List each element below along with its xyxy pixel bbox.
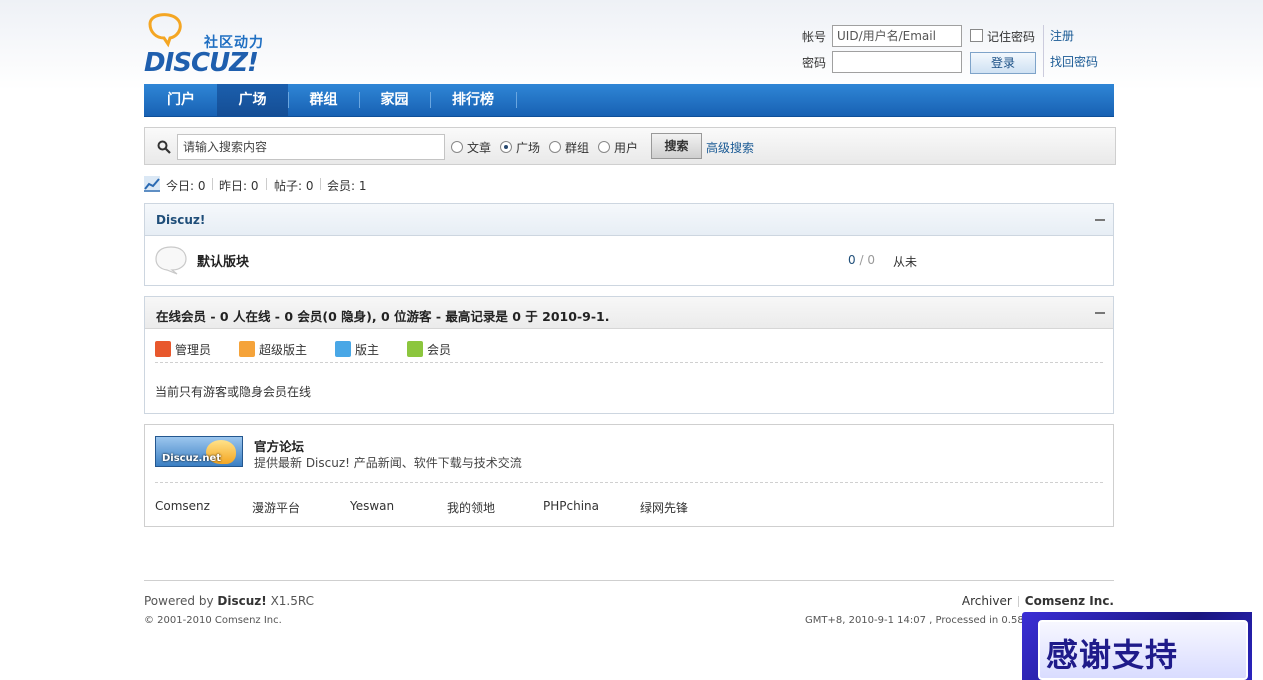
radio-user-label: 用户 xyxy=(614,141,639,155)
stat-posts: 帖子: 0 xyxy=(274,179,314,193)
site-logo[interactable]: 社区动力 DISCUZ! xyxy=(144,10,276,78)
text-link[interactable]: 绿网先锋 xyxy=(640,499,688,516)
radio-user[interactable] xyxy=(598,141,610,153)
featured-link: Discuz.net 官方论坛 提供最新 Discuz! 产品新闻、软件下载与技… xyxy=(155,425,1103,483)
legend-admin: 管理员 xyxy=(175,343,212,357)
powered-prefix: Powered by xyxy=(144,594,214,608)
online-box: 在线会员 - 0 人在线 - 0 会员(0 隐身), 0 位游客 - 最高记录是… xyxy=(144,296,1114,414)
text-link[interactable]: 我的领地 xyxy=(447,499,495,516)
username-input[interactable] xyxy=(832,25,962,47)
legend-moderator: 版主 xyxy=(355,343,380,357)
moderator-icon xyxy=(335,341,351,357)
search-icon xyxy=(157,140,171,154)
stat-divider xyxy=(320,178,321,190)
nav-item-home[interactable]: 家园 xyxy=(359,84,430,116)
banner-text: Discuz.net xyxy=(162,453,222,464)
login-divider xyxy=(1043,25,1044,77)
archiver-link[interactable]: Archiver xyxy=(962,594,1012,608)
footer-divider xyxy=(144,580,1114,581)
category-box: Discuz! 默认版块 0 / 0 从未 xyxy=(144,203,1114,286)
stat-divider xyxy=(266,178,267,190)
username-label: 帐号 xyxy=(802,30,827,44)
online-message: 当前只有游客或隐身会员在线 xyxy=(155,385,312,399)
copyright: © 2001-2010 Comsenz Inc. xyxy=(144,615,282,626)
password-label: 密码 xyxy=(802,56,827,70)
nav-divider xyxy=(516,92,517,108)
radio-group-label: 群组 xyxy=(565,141,590,155)
radio-plaza-label: 广场 xyxy=(516,141,541,155)
powered-version: X1.5RC xyxy=(270,594,314,608)
legend-super-moderator: 超级版主 xyxy=(259,343,308,357)
stat-members: 会员: 1 xyxy=(327,179,367,193)
radio-article-label: 文章 xyxy=(467,141,492,155)
chart-icon xyxy=(144,176,160,192)
forum-bubble-icon xyxy=(155,246,187,275)
online-header: 在线会员 - 0 人在线 - 0 会员(0 隐身), 0 位游客 - 最高记录是… xyxy=(145,297,1113,329)
thanks-text: 感谢支持 xyxy=(1046,636,1179,674)
forgot-password-link[interactable]: 找回密码 xyxy=(1050,53,1098,70)
legend-member: 会员 xyxy=(427,343,452,357)
admin-icon xyxy=(155,341,171,357)
password-input[interactable] xyxy=(832,51,962,73)
radio-article[interactable] xyxy=(451,141,463,153)
thanks-overlay: 感谢支持 xyxy=(1022,612,1252,680)
stat-today: 今日: 0 xyxy=(166,179,206,193)
category-header: Discuz! xyxy=(145,204,1113,236)
company-link[interactable]: Comsenz Inc. xyxy=(1025,594,1114,608)
remember-label: 记住密码 xyxy=(987,30,1036,44)
forum-counts: 0 / 0 xyxy=(848,253,875,267)
stat-yesterday: 昨日: 0 xyxy=(219,179,259,193)
discuz-banner[interactable]: Discuz.net xyxy=(155,436,243,467)
forum-row: 默认版块 0 / 0 从未 xyxy=(145,236,1113,286)
forum-last-post: 从未 xyxy=(893,255,918,269)
footer-pipe xyxy=(1017,596,1019,607)
nav-item-ranking[interactable]: 排行榜 xyxy=(430,84,516,116)
member-icon xyxy=(407,341,423,357)
thanks-panel: 感谢支持 xyxy=(1038,620,1248,680)
text-link[interactable]: Yeswan xyxy=(350,499,394,513)
nav-item-plaza[interactable]: 广场 xyxy=(217,84,288,116)
featured-link-desc: 提供最新 Discuz! 产品新闻、软件下载与技术交流 xyxy=(254,456,522,470)
category-title[interactable]: Discuz! xyxy=(156,213,205,227)
forum-name[interactable]: 默认版块 xyxy=(197,251,249,270)
powered-by: Powered by Discuz! X1.5RC xyxy=(144,594,314,608)
search-input[interactable] xyxy=(177,134,445,160)
online-legend: 管理员 超级版主 版主 会员 xyxy=(155,329,1103,363)
main-nav: 门户 广场 群组 家园 排行榜 xyxy=(144,84,1114,117)
login-form: 帐号 记住密码 密码 登录 注册 找回密码 xyxy=(802,25,1114,77)
stat-divider xyxy=(212,178,213,190)
processed-info: GMT+8, 2010-9-1 14:07 , Processed in 0.5… xyxy=(805,615,1025,626)
forum-post-count: 0 xyxy=(867,253,875,267)
footer-links: Archiver Comsenz Inc. xyxy=(962,594,1114,608)
register-link[interactable]: 注册 xyxy=(1050,27,1074,44)
powered-name[interactable]: Discuz! xyxy=(217,594,266,608)
super-moderator-icon xyxy=(239,341,255,357)
forum-count-separator: / xyxy=(855,253,868,267)
featured-link-name[interactable]: 官方论坛 xyxy=(254,436,304,455)
text-link[interactable]: 漫游平台 xyxy=(252,499,300,516)
collapse-icon[interactable] xyxy=(1095,312,1105,314)
advanced-search-link[interactable]: 高级搜索 xyxy=(706,139,754,156)
forum-thread-count: 0 xyxy=(848,253,856,267)
remember-checkbox[interactable] xyxy=(970,29,983,42)
collapse-icon[interactable] xyxy=(1095,219,1105,221)
nav-item-portal[interactable]: 门户 xyxy=(144,84,218,116)
online-title: 在线会员 - 0 人在线 - 0 会员(0 隐身), 0 位游客 - 最高记录是… xyxy=(156,309,610,324)
search-bar: 文章 广场 群组 用户 搜索 高级搜索 xyxy=(144,127,1116,165)
radio-plaza[interactable] xyxy=(500,141,512,153)
search-button[interactable]: 搜索 xyxy=(651,133,702,159)
text-link[interactable]: PHPchina xyxy=(543,499,599,513)
radio-group[interactable] xyxy=(549,141,561,153)
nav-item-groups[interactable]: 群组 xyxy=(288,84,359,116)
logo-wordmark: DISCUZ! xyxy=(144,48,259,78)
login-button[interactable]: 登录 xyxy=(970,52,1036,74)
friend-links-box: Discuz.net 官方论坛 提供最新 Discuz! 产品新闻、软件下载与技… xyxy=(144,424,1114,527)
text-link[interactable]: Comsenz xyxy=(155,499,210,513)
